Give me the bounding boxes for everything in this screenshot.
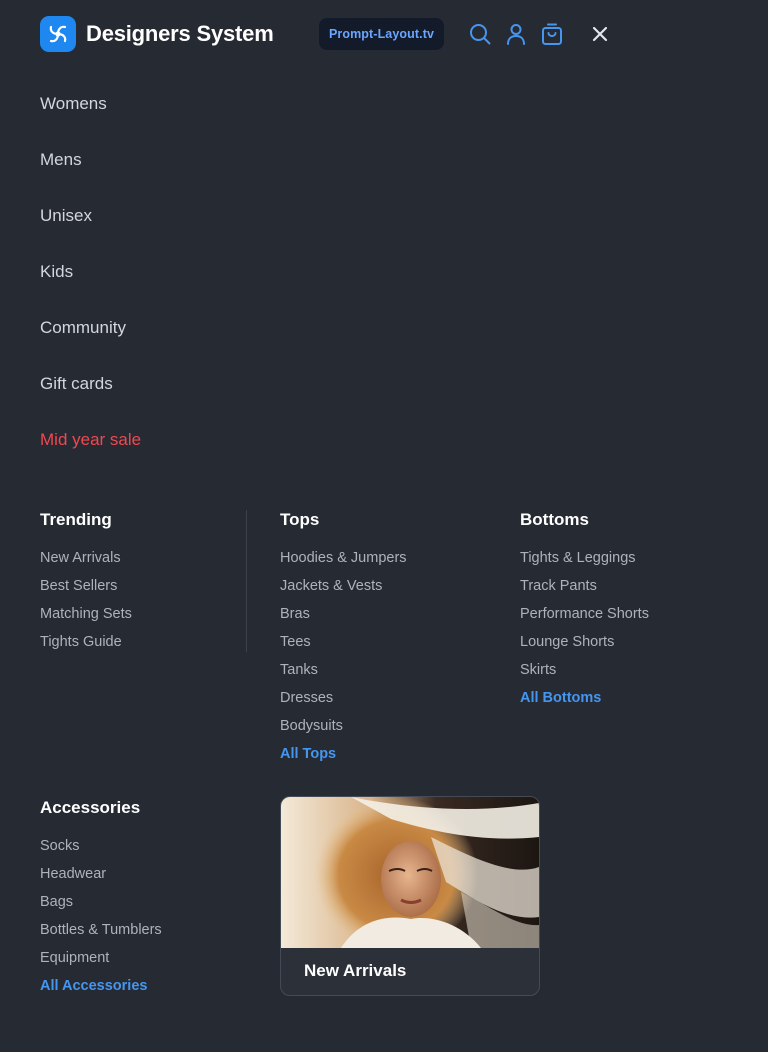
main-nav: Womens Mens Unisex Kids Community Gift c… <box>40 76 440 468</box>
link-bodysuits[interactable]: Bodysuits <box>280 712 500 740</box>
brand-name[interactable]: Designers System <box>86 20 274 48</box>
link-lounge-shorts[interactable]: Lounge Shorts <box>520 628 740 656</box>
link-equipment[interactable]: Equipment <box>40 944 260 972</box>
shopping-bag-icon[interactable] <box>540 22 564 46</box>
nav-item-womens[interactable]: Womens <box>40 76 440 132</box>
user-icon[interactable] <box>504 22 528 46</box>
brand-logo-icon[interactable] <box>40 16 76 52</box>
tops-title: Tops <box>280 510 320 529</box>
link-bras[interactable]: Bras <box>280 600 500 628</box>
link-tanks[interactable]: Tanks <box>280 656 500 684</box>
link-skirts[interactable]: Skirts <box>520 656 740 684</box>
nav-item-community[interactable]: Community <box>40 300 440 356</box>
link-headwear[interactable]: Headwear <box>40 860 260 888</box>
trending-title: Trending <box>40 510 112 529</box>
nav-item-gift-cards[interactable]: Gift cards <box>40 356 440 412</box>
tops-column: Tops Hoodies & Jumpers Jackets & Vests B… <box>280 508 500 768</box>
link-all-bottoms[interactable]: All Bottoms <box>520 684 740 712</box>
trending-column: Trending New Arrivals Best Sellers Match… <box>40 508 260 656</box>
link-dresses[interactable]: Dresses <box>280 684 500 712</box>
nav-item-kids[interactable]: Kids <box>40 244 440 300</box>
promo-photo <box>281 797 539 948</box>
link-all-accessories[interactable]: All Accessories <box>40 972 260 1000</box>
link-best-sellers[interactable]: Best Sellers <box>40 572 260 600</box>
header: Designers System Prompt-Layout.tv <box>0 0 768 68</box>
link-socks[interactable]: Socks <box>40 832 260 860</box>
link-matching-sets[interactable]: Matching Sets <box>40 600 260 628</box>
nav-item-unisex[interactable]: Unisex <box>40 188 440 244</box>
link-bags[interactable]: Bags <box>40 888 260 916</box>
link-performance-shorts[interactable]: Performance Shorts <box>520 600 740 628</box>
column-divider <box>246 510 247 652</box>
link-tees[interactable]: Tees <box>280 628 500 656</box>
link-track-pants[interactable]: Track Pants <box>520 572 740 600</box>
site-badge[interactable]: Prompt-Layout.tv <box>319 18 444 50</box>
bottoms-column: Bottoms Tights & Leggings Track Pants Pe… <box>520 508 740 712</box>
bottoms-title: Bottoms <box>520 510 589 529</box>
link-jackets-vests[interactable]: Jackets & Vests <box>280 572 500 600</box>
new-arrivals-promo-card[interactable]: New Arrivals <box>280 796 540 996</box>
link-all-tops[interactable]: All Tops <box>280 740 500 768</box>
accessories-column: Accessories Socks Headwear Bags Bottles … <box>40 796 260 1000</box>
link-hoodies-jumpers[interactable]: Hoodies & Jumpers <box>280 544 500 572</box>
menu-page: Designers System Prompt-Layout.tv Womens… <box>0 0 768 1052</box>
link-new-arrivals[interactable]: New Arrivals <box>40 544 260 572</box>
promo-label: New Arrivals <box>304 961 407 980</box>
search-icon[interactable] <box>468 22 492 46</box>
link-tights-leggings[interactable]: Tights & Leggings <box>520 544 740 572</box>
accessories-title: Accessories <box>40 798 141 817</box>
link-bottles-tumblers[interactable]: Bottles & Tumblers <box>40 916 260 944</box>
nav-item-mid-year-sale[interactable]: Mid year sale <box>40 412 440 468</box>
close-icon[interactable] <box>588 22 612 46</box>
nav-item-mens[interactable]: Mens <box>40 132 440 188</box>
link-tights-guide[interactable]: Tights Guide <box>40 628 260 656</box>
